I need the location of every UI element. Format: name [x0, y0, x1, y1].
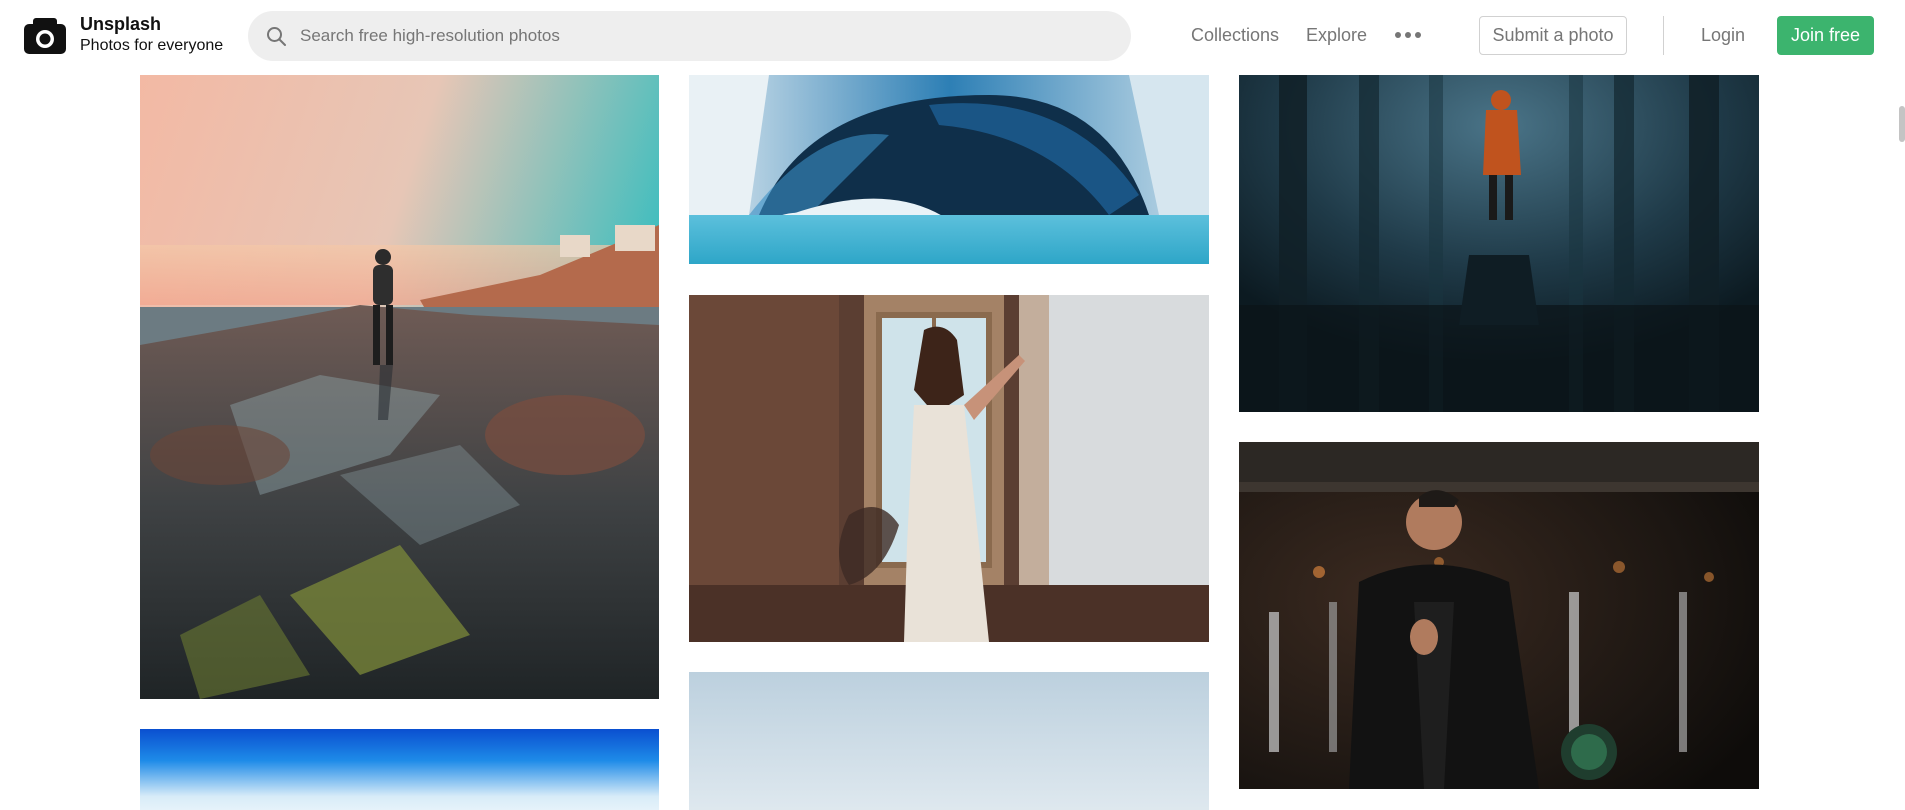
photo-man-gym[interactable]	[1239, 442, 1759, 789]
join-free-button[interactable]: Join free	[1777, 16, 1874, 55]
brand[interactable]: Unsplash Photos for everyone	[80, 14, 223, 56]
more-dots-icon[interactable]	[1394, 27, 1422, 43]
photo-blue-sky[interactable]	[140, 729, 659, 810]
photo-ice-cave[interactable]	[689, 75, 1209, 264]
submit-photo-button[interactable]: Submit a photo	[1479, 16, 1627, 55]
top-navigation: Unsplash Photos for everyone Collections…	[0, 0, 1905, 70]
login-link[interactable]: Login	[1701, 25, 1745, 45]
photo-foggy-forest[interactable]	[1239, 75, 1759, 412]
brand-name: Unsplash	[80, 14, 162, 34]
nav-collections-link[interactable]: Collections	[1191, 25, 1279, 45]
camera-icon[interactable]	[24, 18, 66, 54]
photo-hiker-shore[interactable]	[140, 75, 659, 699]
search-icon[interactable]	[266, 26, 286, 46]
brand-tagline: Photos for everyone	[80, 37, 224, 54]
search-input[interactable]	[300, 11, 1100, 61]
search-bar[interactable]	[248, 11, 1131, 61]
scrollbar-thumb[interactable]	[1899, 106, 1905, 142]
photo-woman-window[interactable]	[689, 295, 1209, 642]
photo-pale-sky[interactable]	[689, 672, 1209, 810]
nav-explore-link[interactable]: Explore	[1306, 25, 1367, 45]
nav-divider	[1663, 16, 1664, 55]
